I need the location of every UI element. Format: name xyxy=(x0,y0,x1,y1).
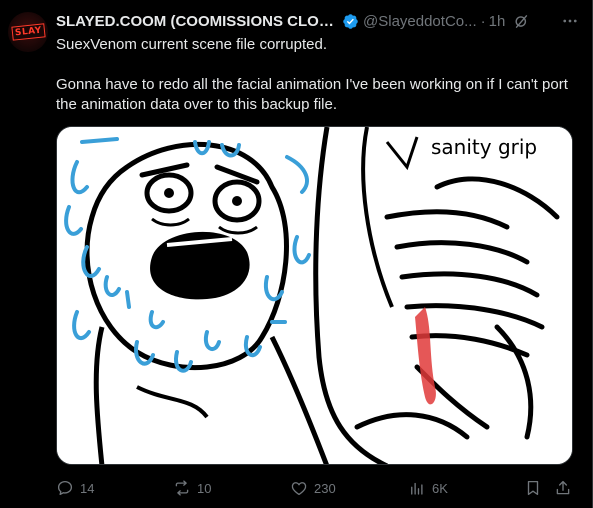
reply-button[interactable]: 14 xyxy=(56,478,94,498)
verified-badge-icon[interactable] xyxy=(342,13,359,30)
more-icon[interactable] xyxy=(560,11,580,31)
user-handle[interactable]: @SlayeddotCo... xyxy=(363,13,477,30)
bookmark-icon xyxy=(527,480,539,496)
timestamp[interactable]: 1h xyxy=(489,13,506,30)
post-text-line-1: SuexVenom current scene file corrupted. xyxy=(56,36,327,53)
repost-button[interactable]: 10 xyxy=(173,478,211,498)
meme-image: sanity grip xyxy=(57,127,572,464)
views-button[interactable]: 6K xyxy=(408,478,448,498)
reply-count: 14 xyxy=(80,480,95,496)
share-icon xyxy=(556,480,570,495)
post-media-image[interactable]: sanity grip xyxy=(56,126,573,465)
display-name[interactable]: SLAYED.COOM (COOMISSIONS CLOS... xyxy=(56,13,338,30)
post[interactable]: SLAY SLAYED.COOM (COOMISSIONS CLOS... @S… xyxy=(0,0,593,508)
meme-caption: sanity grip xyxy=(431,135,537,159)
share-button[interactable] xyxy=(554,478,572,498)
repost-count: 10 xyxy=(197,480,212,496)
separator: · xyxy=(480,12,486,30)
action-bar: 14 10 230 6K xyxy=(56,478,573,498)
views-count: 6K xyxy=(432,480,448,496)
bookmark-button[interactable] xyxy=(524,478,542,498)
like-count: 230 xyxy=(314,480,336,496)
like-button[interactable]: 230 xyxy=(290,478,336,498)
grok-icon[interactable] xyxy=(513,13,530,30)
avatar-logo-text: SLAY xyxy=(10,23,46,41)
avatar[interactable]: SLAY xyxy=(8,12,48,52)
like-icon xyxy=(291,482,307,496)
reply-icon xyxy=(57,480,73,496)
post-text: SuexVenom current scene file corrupted. … xyxy=(56,35,581,115)
post-header: SLAYED.COOM (COOMISSIONS CLOS... @Slayed… xyxy=(56,11,580,31)
views-icon xyxy=(411,482,423,495)
post-text-line-2: Gonna have to redo all the facial animat… xyxy=(56,76,568,113)
repost-icon xyxy=(175,480,189,496)
